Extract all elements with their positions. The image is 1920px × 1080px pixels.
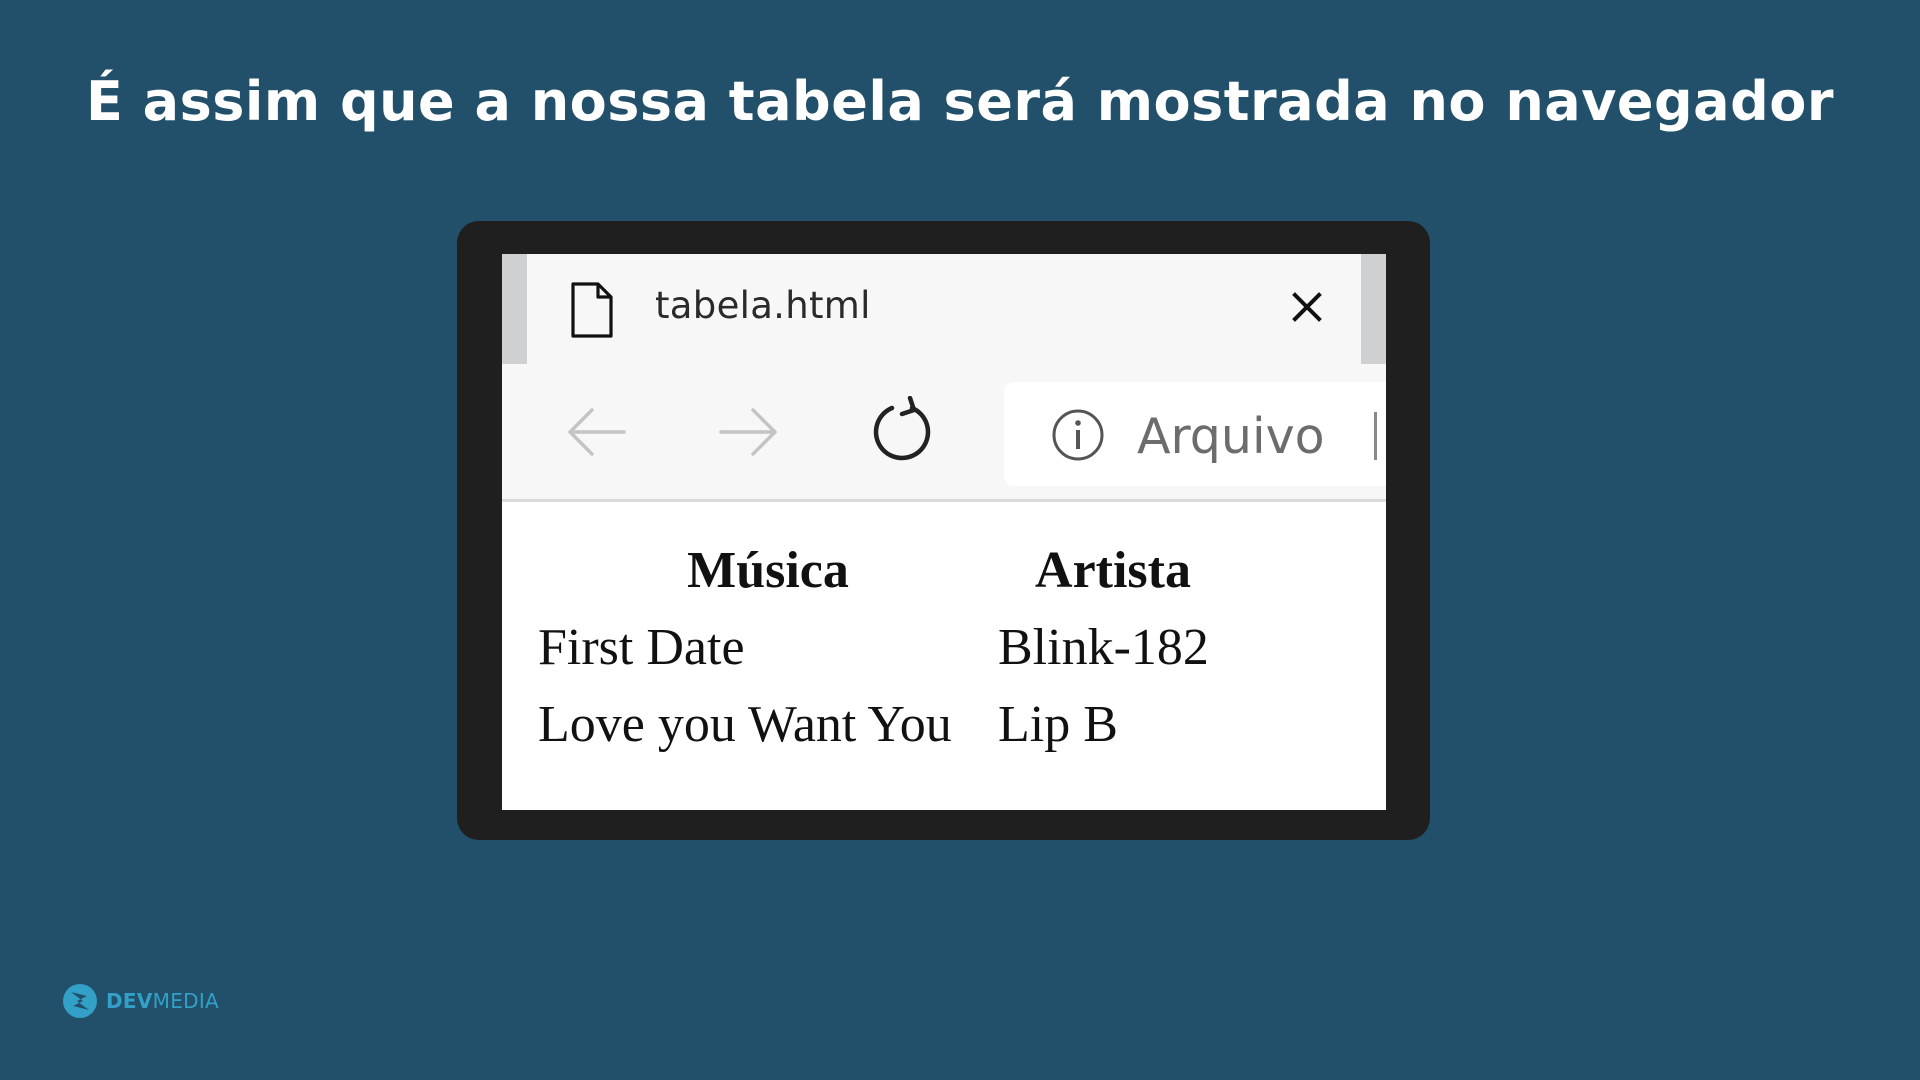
- table-cell: Lip B: [998, 696, 1118, 753]
- browser-tab[interactable]: tabela.html: [527, 254, 1361, 364]
- browser-window: tabela.html Arquivo Música Artista First…: [502, 254, 1386, 810]
- info-icon[interactable]: [1050, 407, 1106, 463]
- address-scheme-label: Arquivo: [1137, 408, 1325, 465]
- table-header-cell: Artista: [1035, 542, 1191, 599]
- device-frame: tabela.html Arquivo Música Artista First…: [457, 221, 1430, 840]
- address-bar[interactable]: Arquivo: [1004, 382, 1386, 486]
- arrow-right-icon[interactable]: [717, 404, 781, 460]
- logo-text: DEVMEDIA: [106, 989, 220, 1013]
- close-icon[interactable]: [1287, 287, 1327, 327]
- file-icon: [571, 282, 613, 338]
- address-divider: [1374, 412, 1377, 460]
- slide-title: É assim que a nossa tabela será mostrada…: [85, 70, 1835, 133]
- devmedia-logo-icon: [63, 984, 97, 1018]
- table-cell: Blink-182: [998, 619, 1209, 676]
- tab-title: tabela.html: [655, 284, 871, 327]
- tab-strip: tabela.html: [502, 254, 1386, 364]
- devmedia-logo: DEVMEDIA: [62, 982, 219, 1020]
- page-content: Música Artista First Date Blink-182 Love…: [502, 502, 1386, 810]
- table-row: Love you Want You Lip B: [538, 686, 1228, 763]
- table-header-row: Música Artista: [538, 532, 1228, 609]
- table-row: First Date Blink-182: [538, 609, 1228, 686]
- table-cell: Love you Want You: [538, 696, 952, 753]
- arrow-left-icon[interactable]: [564, 404, 628, 460]
- reload-icon[interactable]: [870, 396, 934, 464]
- table-cell: First Date: [538, 619, 745, 676]
- table-header-cell: Música: [687, 542, 849, 599]
- music-table: Música Artista First Date Blink-182 Love…: [538, 532, 1228, 763]
- browser-toolbar: Arquivo: [502, 364, 1386, 502]
